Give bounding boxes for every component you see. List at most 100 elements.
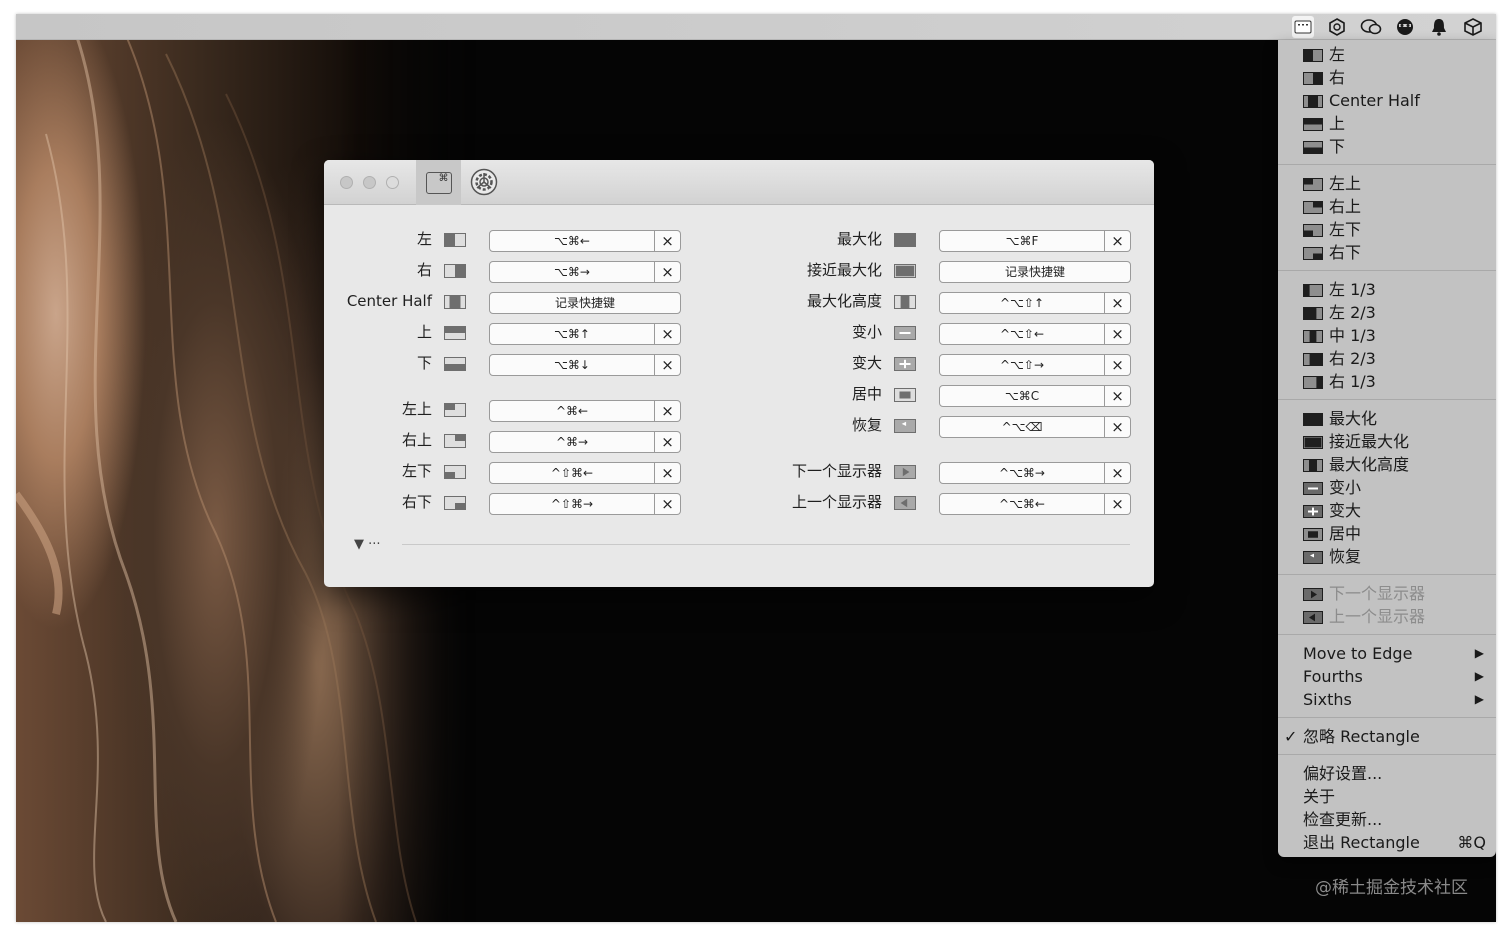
clear-shortcut-button[interactable]: × xyxy=(655,354,681,376)
shortcut-recorder-field[interactable]: ^⇧⌘← xyxy=(489,462,655,484)
menu-item-check-updates[interactable]: 检查更新... xyxy=(1278,808,1496,831)
clear-shortcut-button[interactable]: × xyxy=(1105,385,1131,407)
menu-item-last-two-thirds[interactable]: 右 2/3 xyxy=(1278,347,1496,370)
menu-item-label: 最大化 xyxy=(1329,409,1378,428)
menu-item-sixths[interactable]: Sixths ▶ xyxy=(1278,688,1496,711)
shortcut-recorder-field[interactable]: ^⌘← xyxy=(489,400,655,422)
shortcut-recorder-field[interactable]: ⌥⌘C xyxy=(939,385,1105,407)
menu-item-next-display[interactable]: 下一个显示器 xyxy=(1278,582,1496,605)
menu-item-larger[interactable]: 变大 xyxy=(1278,499,1496,522)
menu-item-first-third[interactable]: 左 1/3 xyxy=(1278,278,1496,301)
shortcut-recorder-field[interactable]: ^⌥⌫ xyxy=(939,416,1105,438)
shortcut-label: 变大 xyxy=(851,354,882,372)
menu-item-move-to-edge[interactable]: Move to Edge ▶ xyxy=(1278,642,1496,665)
menu-bar xyxy=(16,14,1496,40)
shortcut-recorder-field[interactable]: ⌥⌘↓ xyxy=(489,354,655,376)
menu-item-center[interactable]: 居中 xyxy=(1278,522,1496,545)
menu-item-first-two-thirds[interactable]: 左 2/3 xyxy=(1278,301,1496,324)
bottom-left-icon xyxy=(1303,220,1323,243)
close-window-button[interactable] xyxy=(340,176,353,189)
shortcut-keyboard-icon[interactable] xyxy=(1292,16,1314,38)
zoom-window-button[interactable] xyxy=(386,176,399,189)
menu-item-half-bottom[interactable]: 下 xyxy=(1278,135,1496,158)
menu-item-bottom-left[interactable]: 左下 xyxy=(1278,218,1496,241)
menu-item-bottom-right[interactable]: 右下 xyxy=(1278,241,1496,264)
menu-item-label: 左 1/3 xyxy=(1329,280,1376,299)
face-icon[interactable] xyxy=(1394,16,1416,38)
shortcut-label: 最大化 xyxy=(836,230,882,248)
bell-icon[interactable] xyxy=(1428,16,1450,38)
shortcut-recorder-field[interactable]: ^⌥⇧← xyxy=(939,323,1105,345)
menu-item-top-right[interactable]: 右上 xyxy=(1278,195,1496,218)
menu-item-half-top[interactable]: 上 xyxy=(1278,112,1496,135)
shortcut-recorder-field[interactable]: ^⌥⇧↑ xyxy=(939,292,1105,314)
shortcut-recorder-field[interactable]: 记录快捷键 xyxy=(939,261,1131,283)
menu-item-top-left[interactable]: 左上 xyxy=(1278,172,1496,195)
shortcut-label: 变小 xyxy=(851,323,882,341)
box-icon[interactable] xyxy=(1462,16,1484,38)
shortcut-recorder-field[interactable]: ⌥⌘→ xyxy=(489,261,655,283)
clear-shortcut-button[interactable]: × xyxy=(655,493,681,515)
menu-item-quit[interactable]: 退出 Rectangle ⌘Q xyxy=(1278,831,1496,854)
hexagon-icon[interactable] xyxy=(1326,16,1348,38)
clear-shortcut-button[interactable]: × xyxy=(655,230,681,252)
menu-item-label: 右上 xyxy=(1329,197,1362,216)
shortcut-recorder-field[interactable]: 记录快捷键 xyxy=(489,292,681,314)
menu-item-half-left[interactable]: 左 xyxy=(1278,43,1496,66)
menu-item-restore[interactable]: 恢复 xyxy=(1278,545,1496,568)
clear-shortcut-button[interactable]: × xyxy=(1105,416,1131,438)
shortcut-label: 恢复 xyxy=(851,416,882,434)
command-key-icon: ⌘ xyxy=(425,171,452,194)
shortcut-recorder-field[interactable]: ^⌥⌘← xyxy=(939,493,1105,515)
menu-item-about[interactable]: 关于 xyxy=(1278,785,1496,808)
shortcut-recorder-field[interactable]: ^⌘→ xyxy=(489,431,655,453)
clear-shortcut-button[interactable]: × xyxy=(655,431,681,453)
menu-item-almost-maximize[interactable]: 接近最大化 xyxy=(1278,430,1496,453)
menu-item-half-right[interactable]: 右 xyxy=(1278,66,1496,89)
shortcut-recorder-field[interactable]: ⌥⌘↑ xyxy=(489,323,655,345)
menu-separator xyxy=(1278,399,1496,400)
clear-shortcut-button[interactable]: × xyxy=(655,261,681,283)
menu-item-center-half[interactable]: Center Half xyxy=(1278,89,1496,112)
clear-shortcut-button[interactable]: × xyxy=(1105,230,1131,252)
disclosure-toggle[interactable]: ▼ ··· xyxy=(354,537,381,552)
clear-shortcut-button[interactable]: × xyxy=(655,323,681,345)
menu-item-label: 变小 xyxy=(1329,478,1362,497)
shortcut-recorder-field[interactable]: ⌥⌘F xyxy=(939,230,1105,252)
menu-item-label: 右下 xyxy=(1329,243,1362,262)
menu-item-center-third[interactable]: 中 1/3 xyxy=(1278,324,1496,347)
larger-icon xyxy=(894,356,916,375)
menu-item-maximize-height[interactable]: 最大化高度 xyxy=(1278,453,1496,476)
menu-item-ignore-rectangle[interactable]: ✓ 忽略 Rectangle xyxy=(1278,725,1496,748)
menu-item-previous-display[interactable]: 上一个显示器 xyxy=(1278,605,1496,628)
menu-item-maximize[interactable]: 最大化 xyxy=(1278,407,1496,430)
larger-icon xyxy=(1303,501,1323,524)
shortcut-recorder-field[interactable]: ⌥⌘← xyxy=(489,230,655,252)
menu-item-label: 上 xyxy=(1329,114,1346,133)
clear-shortcut-button[interactable]: × xyxy=(1105,493,1131,515)
clear-shortcut-button[interactable]: × xyxy=(1105,292,1131,314)
shortcut-recorder-field[interactable]: ^⌥⇧→ xyxy=(939,354,1105,376)
restore-icon xyxy=(894,418,916,437)
clear-shortcut-button[interactable]: × xyxy=(1105,354,1131,376)
tab-shortcuts[interactable]: ⌘ xyxy=(416,160,461,205)
almost-maximize-icon xyxy=(894,263,916,282)
clear-shortcut-button[interactable]: × xyxy=(1105,323,1131,345)
next-display-icon xyxy=(1303,584,1323,607)
maximize-height-icon xyxy=(894,294,916,313)
smaller-icon xyxy=(1303,478,1323,501)
clear-shortcut-button[interactable]: × xyxy=(655,400,681,422)
shortcut-recorder-field[interactable]: ^⌥⌘→ xyxy=(939,462,1105,484)
minimize-window-button[interactable] xyxy=(363,176,376,189)
menu-item-last-third[interactable]: 右 1/3 xyxy=(1278,370,1496,393)
tab-settings[interactable] xyxy=(468,166,500,198)
clear-shortcut-button[interactable]: × xyxy=(655,462,681,484)
shortcut-label: 右 xyxy=(416,261,432,279)
menu-item-fourths[interactable]: Fourths ▶ xyxy=(1278,665,1496,688)
clear-shortcut-button[interactable]: × xyxy=(1105,462,1131,484)
shortcut-recorder-field[interactable]: ^⇧⌘→ xyxy=(489,493,655,515)
menu-item-preferences[interactable]: 偏好设置... xyxy=(1278,762,1496,785)
menu-item-smaller[interactable]: 变小 xyxy=(1278,476,1496,499)
chat-bubbles-icon[interactable] xyxy=(1360,16,1382,38)
menu-item-label: 下 xyxy=(1329,137,1346,156)
